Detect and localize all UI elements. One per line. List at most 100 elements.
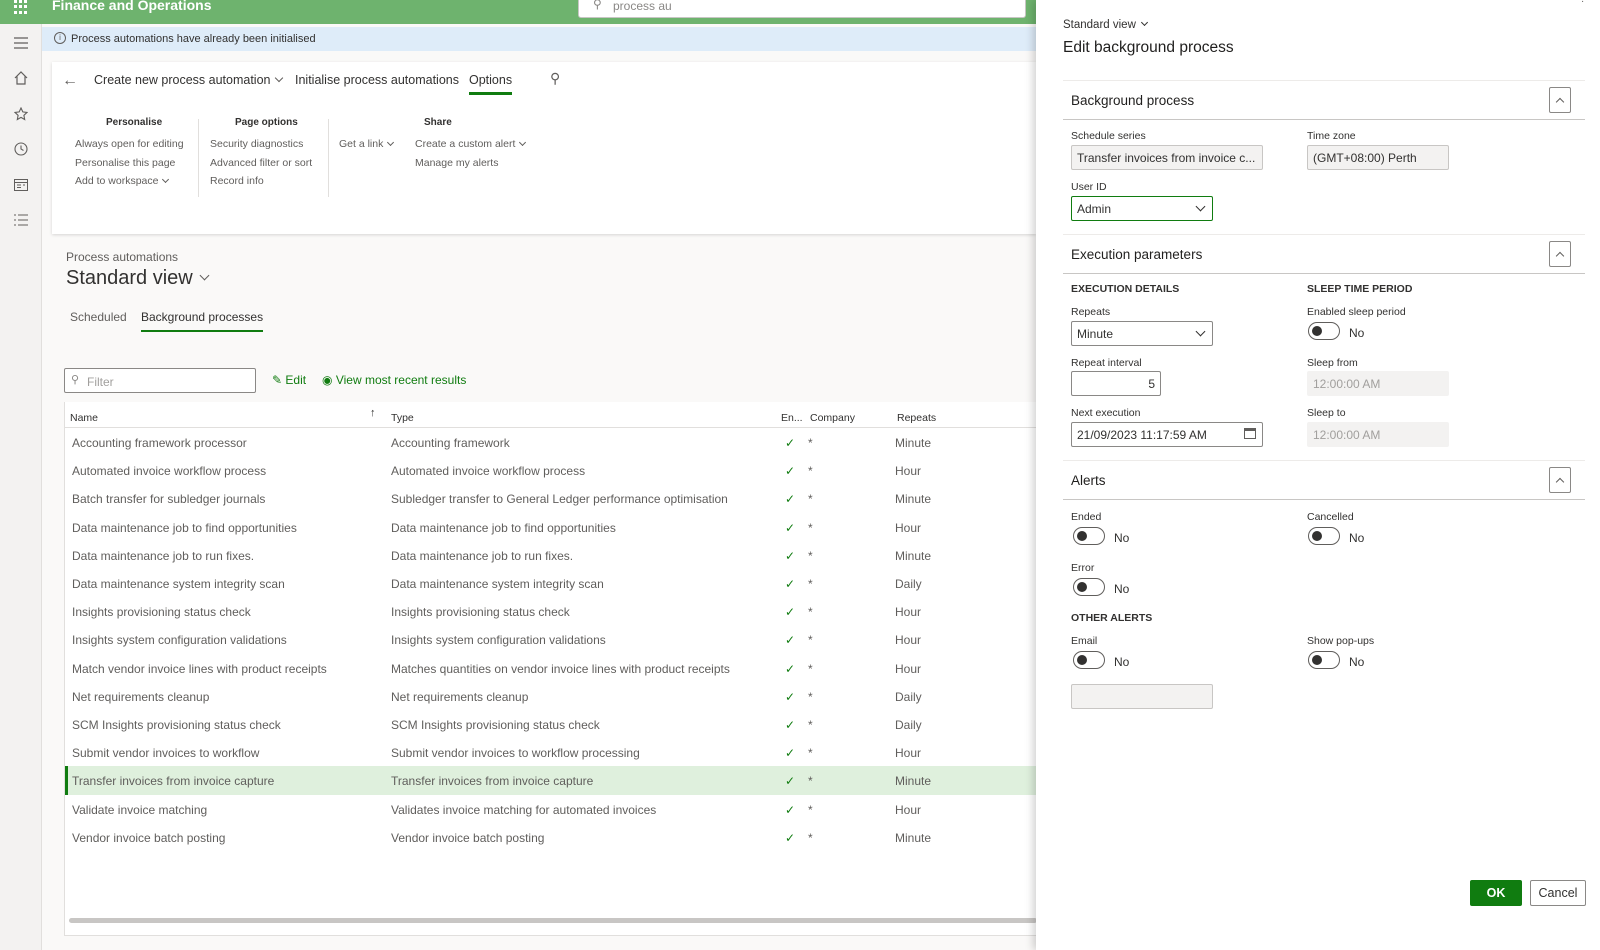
- tab-options[interactable]: Options: [469, 73, 513, 95]
- app-title[interactable]: Finance and Operations: [52, 0, 211, 13]
- view-most-recent-results-button[interactable]: ◉ View most recent results: [322, 373, 466, 387]
- user-id-dropdown[interactable]: Admin: [1071, 196, 1213, 221]
- table-row[interactable]: Net requirements cleanup Net requirements…: [65, 682, 1037, 711]
- tab-create-new-process-automation[interactable]: Create new process automation: [94, 73, 284, 87]
- next-execution-datetime[interactable]: 21/09/2023 11:17:59 AM: [1071, 422, 1263, 447]
- column-header-type[interactable]: Type: [391, 412, 414, 424]
- email-toggle[interactable]: [1073, 651, 1105, 669]
- repeats-dropdown[interactable]: Minute: [1071, 321, 1213, 346]
- cell-repeats: Hour: [895, 661, 922, 676]
- user-id-label: User ID: [1071, 181, 1107, 193]
- table-row[interactable]: Validate invoice matching Validates invoi…: [65, 795, 1037, 824]
- record-info-button[interactable]: Record info: [210, 175, 264, 187]
- collapse-chevron-icon[interactable]: [1549, 467, 1571, 493]
- column-header-repeats[interactable]: Repeats: [897, 412, 936, 424]
- cell-type: Data maintenance job to find opportuniti…: [391, 520, 616, 535]
- collapse-chevron-icon[interactable]: [1549, 241, 1571, 267]
- action-pane: ← Create new process automation Initiali…: [52, 62, 1036, 234]
- enabled-sleep-period-label: Enabled sleep period: [1307, 306, 1406, 318]
- table-row[interactable]: Transfer invoices from invoice capture Tr…: [65, 766, 1037, 795]
- cell-name: Validate invoice matching: [72, 802, 208, 817]
- column-header-name[interactable]: Name: [70, 412, 98, 424]
- cell-name: Insights system configuration validation…: [72, 633, 287, 648]
- security-diagnostics-button[interactable]: Security diagnostics: [210, 138, 303, 150]
- home-icon[interactable]: [11, 68, 31, 88]
- cancelled-value: No: [1349, 531, 1365, 545]
- calendar-icon[interactable]: [1244, 428, 1256, 439]
- horizontal-scrollbar[interactable]: [69, 918, 1037, 923]
- ended-toggle[interactable]: [1073, 527, 1105, 545]
- view-selector[interactable]: Standard view: [66, 267, 210, 290]
- table-row[interactable]: SCM Insights provisioning status check SC…: [65, 710, 1037, 739]
- enabled-sleep-period-toggle[interactable]: [1308, 322, 1340, 340]
- global-search-input[interactable]: ⚲ process au: [578, 0, 1026, 18]
- table-row[interactable]: Submit vendor invoices to workflow Submit…: [65, 738, 1037, 767]
- panel-title: Edit background process: [1063, 39, 1234, 56]
- always-open-for-editing-button[interactable]: Always open for editing: [75, 138, 184, 150]
- show-popups-toggle[interactable]: [1308, 651, 1340, 669]
- filter-input[interactable]: ⚲ Filter: [64, 368, 256, 393]
- section-alerts[interactable]: Alerts: [1063, 460, 1585, 500]
- cell-type: Accounting framework: [391, 436, 510, 450]
- table-row[interactable]: Automated invoice workflow process Automa…: [65, 456, 1037, 485]
- back-arrow-icon[interactable]: ←: [62, 72, 78, 90]
- info-message-bar: i Process automations have already been …: [42, 27, 1036, 51]
- panel-view-selector[interactable]: Standard view: [1063, 18, 1148, 31]
- cell-name: Data maintenance job to run fixes.: [72, 548, 255, 563]
- add-to-workspace-button[interactable]: Add to workspace: [75, 175, 170, 187]
- table-row[interactable]: Data maintenance job to run fixes. Data m…: [65, 541, 1037, 570]
- action-search-icon[interactable]: ⚲: [550, 70, 560, 87]
- collapse-chevron-icon[interactable]: [1549, 87, 1571, 113]
- tab-background-processes[interactable]: Background processes: [141, 310, 264, 332]
- cell-type: Vendor invoice batch posting: [391, 830, 545, 845]
- section-title: Background process: [1071, 93, 1195, 108]
- table-row[interactable]: Match vendor invoice lines with product …: [65, 654, 1037, 683]
- table-row[interactable]: Vendor invoice batch posting Vendor invoi…: [65, 823, 1037, 852]
- workspaces-icon[interactable]: [11, 175, 31, 195]
- app-launcher-icon[interactable]: [14, 0, 30, 14]
- favorites-star-icon[interactable]: [11, 104, 31, 124]
- create-custom-alert-button[interactable]: Create a custom alert: [415, 138, 527, 150]
- ok-button[interactable]: OK: [1470, 880, 1522, 906]
- page-title: Standard view: [66, 267, 193, 289]
- repeats-label: Repeats: [1071, 306, 1111, 318]
- cell-type: Data maintenance job to run fixes.: [391, 548, 574, 563]
- table-row[interactable]: Data maintenance job to find opportuniti…: [65, 513, 1037, 542]
- recent-clock-icon[interactable]: [11, 139, 31, 159]
- chevron-down-icon: [387, 138, 395, 147]
- tab-initialise-process-automations[interactable]: Initialise process automations: [295, 73, 459, 87]
- personalise-this-page-button[interactable]: Personalise this page: [75, 157, 175, 169]
- time-zone-field[interactable]: (GMT+08:00) Perth: [1307, 145, 1449, 170]
- table-row[interactable]: Batch transfer for subledger journals Sub…: [65, 484, 1037, 513]
- chevron-down-icon: [1140, 18, 1148, 27]
- table-row[interactable]: Insights system configuration validation…: [65, 625, 1037, 654]
- help-icon[interactable]: ?: [1580, 0, 1586, 5]
- table-row[interactable]: Accounting framework processor Accounting…: [65, 428, 1037, 457]
- group-title-personalise: Personalise: [106, 117, 163, 128]
- edit-button[interactable]: ✎ Edit: [272, 373, 306, 387]
- get-a-link-button[interactable]: Get a link: [339, 138, 395, 150]
- sort-arrow-icon[interactable]: ↑: [370, 407, 376, 419]
- tab-scheduled[interactable]: Scheduled: [70, 310, 127, 324]
- cell-company: *: [808, 577, 813, 591]
- section-execution-parameters[interactable]: Execution parameters: [1063, 234, 1585, 274]
- enabled-check-icon: ✓: [785, 830, 796, 845]
- table-row[interactable]: Data maintenance system integrity scan Da…: [65, 569, 1037, 598]
- repeat-interval-input[interactable]: 5: [1071, 371, 1161, 396]
- error-toggle[interactable]: [1073, 578, 1105, 596]
- manage-my-alerts-button[interactable]: Manage my alerts: [415, 157, 498, 169]
- cancel-button[interactable]: Cancel: [1530, 880, 1586, 906]
- ended-label: Ended: [1071, 511, 1102, 523]
- table-row[interactable]: Insights provisioning status check Insigh…: [65, 597, 1037, 626]
- column-header-company[interactable]: Company: [810, 412, 855, 424]
- schedule-series-field[interactable]: Transfer invoices from invoice c...: [1071, 145, 1263, 170]
- advanced-filter-button[interactable]: Advanced filter or sort: [210, 157, 312, 169]
- section-background-process[interactable]: Background process: [1063, 80, 1585, 120]
- modules-list-icon[interactable]: [11, 210, 31, 230]
- ended-value: No: [1114, 531, 1130, 545]
- column-header-enabled[interactable]: En...: [781, 412, 803, 424]
- enabled-check-icon: ✓: [785, 605, 796, 620]
- cancelled-toggle[interactable]: [1308, 527, 1340, 545]
- hamburger-menu-icon[interactable]: [11, 33, 31, 53]
- cell-repeats: Hour: [895, 802, 922, 817]
